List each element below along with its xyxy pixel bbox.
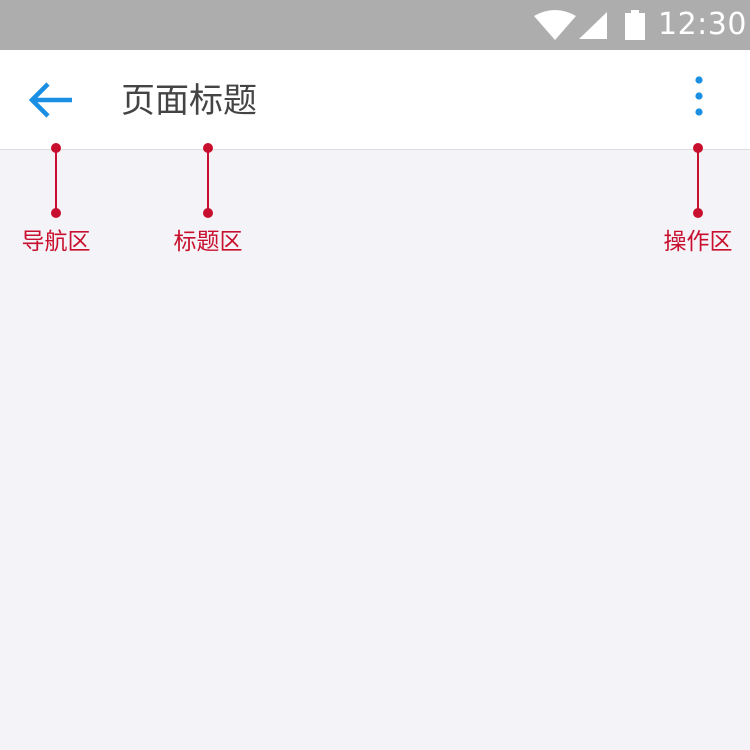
more-vertical-icon	[695, 76, 703, 116]
annotation-dot	[51, 208, 61, 218]
annotation-line	[697, 147, 699, 213]
more-button[interactable]	[680, 72, 718, 122]
annotation-dot	[203, 143, 213, 153]
annotation-label-navigation: 导航区	[21, 229, 91, 255]
annotation-line	[207, 147, 209, 213]
annotation-dot	[203, 208, 213, 218]
wifi-icon	[534, 10, 576, 40]
back-button[interactable]	[20, 76, 80, 124]
annotation-label-title: 标题区	[173, 229, 243, 255]
annotation-line	[55, 147, 57, 213]
signal-icon	[579, 12, 607, 39]
annotation-dot	[693, 208, 703, 218]
status-bar: 12:30	[0, 0, 750, 50]
annotation-label-action: 操作区	[663, 229, 733, 255]
annotation-dot	[693, 143, 703, 153]
annotation-dot	[51, 143, 61, 153]
battery-icon	[625, 10, 645, 40]
status-time: 12:30	[658, 7, 747, 42]
app-bar: 页面标题	[0, 50, 750, 150]
arrow-left-icon	[28, 82, 72, 118]
page-title: 页面标题	[121, 81, 257, 121]
